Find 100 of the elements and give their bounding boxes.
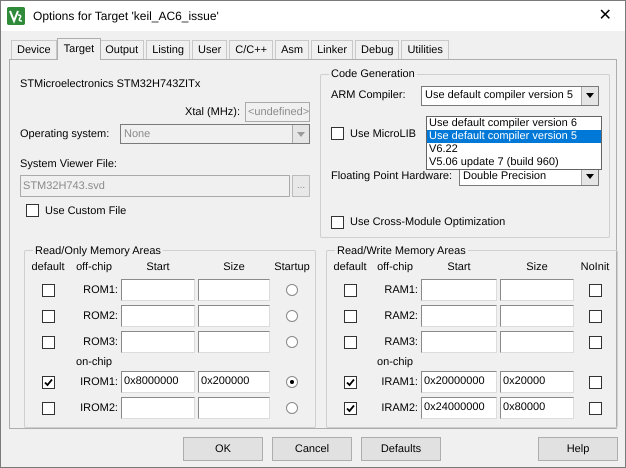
checkbox[interactable] [588,336,602,348]
dialog-button[interactable]: OK [183,437,263,461]
close-button[interactable]: ✕ [585,1,625,31]
input-field[interactable]: 0x200000 [198,371,270,393]
dropdown-option[interactable]: V5.06 update 7 (build 960) [427,156,601,168]
input-field[interactable]: 0x24000000 [421,397,497,419]
input-field[interactable] [198,279,270,301]
group-title: Read/Only Memory Areas [34,244,162,258]
checkbox[interactable] [42,284,54,296]
input-field[interactable] [198,397,270,419]
app-logo-icon [7,7,25,25]
input-field[interactable] [121,279,195,301]
column-header: off-chip [377,260,413,275]
row-label: RAM1: [384,282,418,298]
checkbox[interactable] [42,376,54,388]
tab[interactable]: Debug [355,40,400,59]
tab[interactable]: Device [11,40,57,59]
dropdown-option[interactable]: V6.22 [427,142,601,156]
row-label: ROM2: [83,308,118,324]
tab[interactable]: Linker [311,40,354,59]
row-label: RAM2: [384,308,418,324]
checkbox[interactable] [588,310,602,322]
input-field[interactable]: 0x20000000 [421,371,497,393]
checkbox[interactable] [331,127,344,140]
input-field[interactable]: 0x20000 [500,371,574,393]
checkbox[interactable] [344,376,356,388]
dropdown-option[interactable]: Use default compiler version 5 [427,130,601,142]
input-field[interactable] [121,397,195,419]
input-field[interactable] [121,305,195,327]
radio-button[interactable] [286,402,298,414]
checkbox[interactable] [42,402,54,414]
column-header: off-chip [76,260,112,275]
row-label: IRAM2: [381,400,418,416]
input-field[interactable] [500,279,574,301]
input-field[interactable] [198,305,270,327]
row-label: IROM1: [80,374,118,390]
row-label: RAM3: [384,334,418,350]
section-label: on-chip [376,355,414,369]
radio-button[interactable] [286,376,298,388]
section-label: on-chip [76,355,112,369]
column-header: Start [146,260,170,275]
input-field[interactable] [421,331,497,353]
field-label: ARM Compiler: [331,88,407,104]
column-header: default [31,260,65,275]
row-label: IRAM1: [381,374,418,390]
column-header: Start [447,260,471,275]
dialog-button[interactable]: Cancel [272,437,352,461]
row-label: ROM3: [83,334,118,350]
radio-button[interactable] [286,310,298,322]
field-label: Xtal (MHz): [185,104,240,120]
dropdown-arrow-icon [586,93,594,98]
field-label: System Viewer File: [20,157,118,172]
checkbox[interactable] [588,402,602,414]
tab[interactable]: Utilities [401,40,449,59]
checkbox[interactable] [344,402,356,414]
tab[interactable]: Output [99,40,144,59]
dropdown-option[interactable]: Use default compiler version 6 [427,116,601,130]
checkbox[interactable] [344,310,356,322]
checkbox[interactable] [42,310,54,322]
dropdown-arrow-icon [586,174,594,178]
tab[interactable]: C/C++ [229,40,274,59]
column-header: NoInit [580,260,610,275]
device-name: STMicroelectronics STM32H743ZITx [20,77,202,92]
dropdown-arrow-icon [297,132,305,136]
column-header: Size [223,260,245,275]
column-header: default [333,260,367,275]
tab[interactable]: User [192,40,228,59]
column-header: Startup [274,260,310,275]
input-field[interactable] [121,331,195,353]
dialog-button[interactable]: Help [538,437,618,461]
dropdown[interactable]: Use default compiler version 5 [421,86,599,106]
input-field[interactable] [500,305,574,327]
row-label: IROM2: [80,400,118,416]
tab[interactable]: Listing [146,40,190,59]
checkbox[interactable] [42,336,54,348]
input-field[interactable]: 0x80000 [500,397,574,419]
checkbox[interactable] [344,336,356,348]
field-label: Floating Point Hardware: [331,168,454,184]
checkbox-label: Use Custom File [45,204,126,218]
input-field[interactable] [500,331,574,353]
window-title: Options for Target 'keil_AC6_issue' [33,8,220,25]
input-field[interactable] [421,305,497,327]
tab[interactable]: Target [56,38,102,60]
checkbox[interactable] [331,216,344,229]
checkbox[interactable] [588,376,602,388]
input-field[interactable]: 0x8000000 [121,371,195,393]
checkbox[interactable] [344,284,356,296]
dialog-button[interactable]: Defaults [361,437,441,461]
checkbox-label: Use MicroLIB [350,126,416,142]
input-field[interactable] [198,331,270,353]
radio-button[interactable] [286,336,298,348]
checkbox[interactable] [588,284,602,296]
tab[interactable]: Asm [275,40,310,59]
radio-button[interactable] [286,284,298,296]
input-field[interactable] [421,279,497,301]
checkbox[interactable] [26,204,39,218]
group-title: Code Generation [330,67,416,82]
field-label: Operating system: [20,126,110,142]
group-title: Read/Write Memory Areas [336,244,467,258]
checkbox-label: Use Cross-Module Optimization [350,215,506,230]
